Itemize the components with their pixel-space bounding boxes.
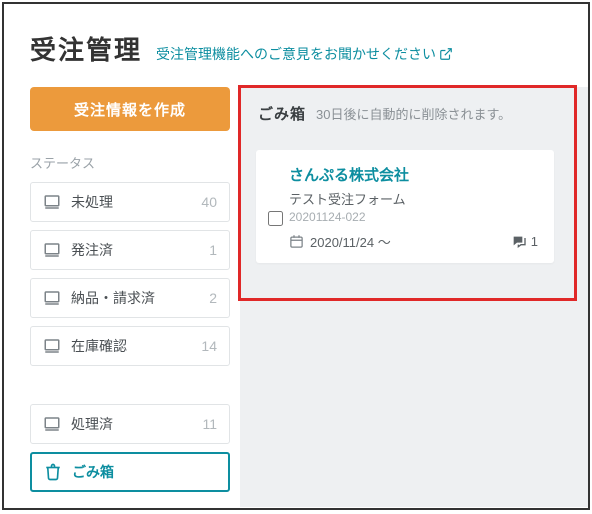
sidebar-item-label: 納品・請求済 [71, 288, 209, 308]
main-panel: ごみ箱 30日後に自動的に削除されます。 さんぷる株式会社 テスト受注フォーム … [240, 87, 588, 507]
trash-title: ごみ箱 [258, 103, 306, 124]
sidebar-item-label: 在庫確認 [71, 336, 201, 356]
feedback-link-label: 受注管理機能へのご意見をお聞かせください [156, 44, 436, 64]
trash-auto-delete-note: 30日後に自動的に削除されます。 [316, 104, 511, 123]
order-checkbox[interactable] [268, 211, 283, 226]
sidebar-item-processed[interactable]: 処理済 11 [30, 404, 230, 444]
feedback-link[interactable]: 受注管理機能へのご意見をお聞かせください [156, 44, 453, 64]
sidebar-item-stock-check[interactable]: 在庫確認 14 [30, 326, 230, 366]
sidebar-item-label: ごみ箱 [72, 462, 216, 482]
order-card[interactable]: さんぷる株式会社 テスト受注フォーム 20201124-022 2020/11/… [256, 150, 554, 263]
screen-icon [43, 289, 61, 307]
comment-icon [511, 234, 527, 250]
sidebar-item-count: 2 [209, 290, 217, 306]
screen-icon [43, 241, 61, 259]
status-list: 未処理 40 発注済 1 納品・請求済 2 [30, 182, 228, 492]
sidebar-item-count: 1 [209, 242, 217, 258]
sidebar-item-label: 処理済 [71, 414, 202, 434]
sidebar-item-delivered-billed[interactable]: 納品・請求済 2 [30, 278, 230, 318]
sidebar: 受注情報を作成 ステータス 未処理 40 発注済 1 [4, 87, 240, 507]
calendar-icon [289, 234, 304, 249]
trash-icon [44, 463, 62, 481]
page-title: 受注管理 [30, 30, 142, 67]
screen-icon [43, 193, 61, 211]
sidebar-item-count: 14 [201, 338, 217, 354]
order-form-name: テスト受注フォーム [289, 189, 538, 208]
order-checkbox-wrap [268, 164, 283, 251]
screen-icon [43, 415, 61, 433]
header: 受注管理 受注管理機能へのご意見をお聞かせください [4, 4, 588, 77]
create-order-button[interactable]: 受注情報を作成 [30, 87, 230, 131]
sidebar-item-count: 40 [201, 194, 217, 210]
sidebar-item-label: 未処理 [71, 192, 201, 212]
order-comment-number: 1 [531, 234, 538, 249]
external-link-icon [439, 47, 453, 61]
order-company-name[interactable]: さんぷる株式会社 [289, 164, 538, 185]
order-date: 2020/11/24 〜 [289, 232, 391, 251]
order-id: 20201124-022 [289, 210, 538, 224]
sidebar-item-trash[interactable]: ごみ箱 [30, 452, 230, 492]
sidebar-item-count: 11 [202, 416, 217, 432]
order-comment-count[interactable]: 1 [511, 234, 538, 250]
trash-header: ごみ箱 30日後に自動的に削除されます。 [256, 103, 572, 124]
sidebar-item-label: 発注済 [71, 240, 209, 260]
status-section-label: ステータス [30, 153, 228, 172]
sidebar-item-pending[interactable]: 未処理 40 [30, 182, 230, 222]
screen-icon [43, 337, 61, 355]
sidebar-item-ordered[interactable]: 発注済 1 [30, 230, 230, 270]
order-date-text: 2020/11/24 〜 [310, 232, 391, 251]
order-card-body: さんぷる株式会社 テスト受注フォーム 20201124-022 2020/11/… [289, 164, 538, 251]
